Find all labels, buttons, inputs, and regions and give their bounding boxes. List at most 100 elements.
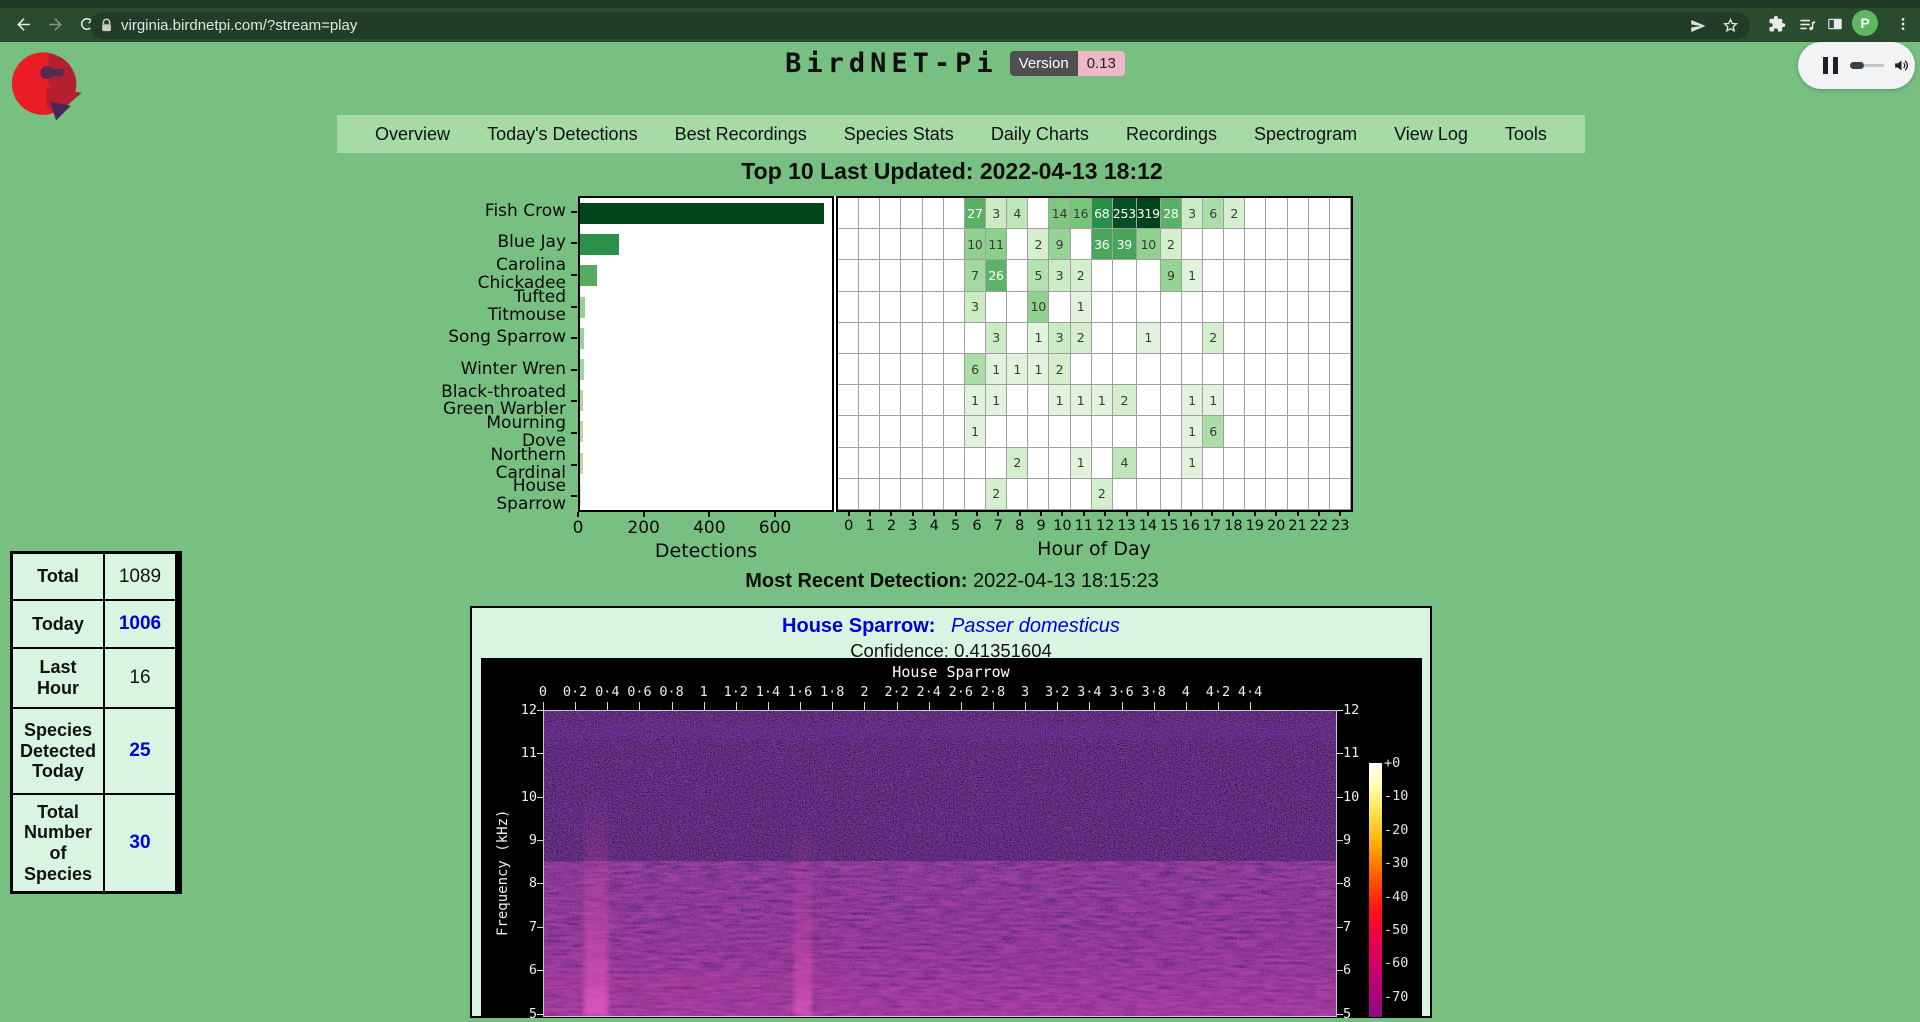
heatmap-cell: [923, 229, 944, 260]
heatmap-cell: [923, 323, 944, 354]
heatmap-cell: [1309, 416, 1330, 447]
pause-icon[interactable]: [1823, 57, 1838, 74]
axis-tick: [1275, 512, 1277, 516]
heatmap-cell: 3: [1049, 323, 1070, 354]
heatmap-cell: [1182, 229, 1203, 260]
spec-ytick: [1337, 840, 1343, 841]
heatmap-cell: [1182, 292, 1203, 323]
lock-icon[interactable]: [100, 18, 113, 33]
heatmap-cell: 1: [986, 385, 1007, 416]
profile-avatar[interactable]: P: [1852, 10, 1878, 36]
heatmap-cell: 36: [1092, 229, 1113, 260]
heatmap-cell: [838, 292, 859, 323]
heatmap-cell: 1: [986, 354, 1007, 385]
audio-scrubber[interactable]: [1850, 62, 1884, 69]
heatmap-cell: 3: [1182, 198, 1203, 229]
axis-tick: [571, 337, 577, 339]
heatmap-cell: 5: [1028, 260, 1049, 291]
heatmap-cell: 1: [965, 385, 986, 416]
spec-ytick: [537, 710, 543, 711]
colorbar-tick-label: -20: [1384, 822, 1408, 838]
nav-item-view-log[interactable]: View Log: [1394, 124, 1468, 145]
heatmap-cell: [1309, 198, 1330, 229]
top10-title: Top 10 Last Updated: 2022-04-13 18:12: [352, 158, 1552, 185]
heatmap-cell: 27: [965, 198, 986, 229]
heatmap-cell: 10: [1028, 292, 1049, 323]
nav-item-overview[interactable]: Overview: [375, 124, 450, 145]
volume-icon[interactable]: [1893, 57, 1910, 74]
spec-ytick: [1337, 970, 1343, 971]
spec-xtick: [800, 702, 801, 710]
nav-item-recordings[interactable]: Recordings: [1126, 124, 1217, 145]
share-icon[interactable]: [1689, 17, 1707, 35]
axis-tick: [1297, 512, 1299, 516]
heatmap-cell: 68: [1092, 198, 1113, 229]
heatmap-cell: [1007, 416, 1028, 447]
axis-tick: [890, 512, 892, 516]
spec-xtick: [736, 702, 737, 710]
colorbar-tick-label: -70: [1384, 989, 1408, 1005]
spec-xtick: [575, 702, 576, 710]
spec-ytick-label-right: 9: [1343, 832, 1377, 848]
heatmap-cell: 253: [1113, 198, 1137, 229]
heatmap-cell: [1182, 323, 1203, 354]
nav-item-daily-charts[interactable]: Daily Charts: [991, 124, 1089, 145]
heatmap-cell: 2: [1007, 448, 1028, 479]
heatmap-cell: [838, 260, 859, 291]
side-panel-icon[interactable]: [1824, 13, 1846, 35]
stat-value[interactable]: 25: [105, 709, 175, 793]
bar-xtick-label: 200: [614, 518, 674, 538]
heatmap-cell: [1113, 323, 1137, 354]
url-text[interactable]: virginia.birdnetpi.com/?stream=play: [121, 17, 1689, 34]
heatmap-cell: [859, 260, 880, 291]
axis-tick: [1104, 512, 1106, 516]
stat-label: Last Hour: [13, 649, 103, 707]
spec-xtick: [607, 702, 608, 710]
forward-icon[interactable]: [44, 13, 66, 35]
detection-scientific-name[interactable]: Passer domesticus: [951, 615, 1120, 637]
spec-ytick-label-right: 10: [1343, 789, 1377, 805]
bookmark-star-icon[interactable]: [1721, 16, 1740, 35]
heatmap-cell: 1: [1182, 416, 1203, 447]
stat-value[interactable]: 30: [105, 795, 175, 891]
heatmap-cell: [901, 448, 922, 479]
axis-tick: [1083, 512, 1085, 516]
stat-value[interactable]: 1006: [105, 601, 175, 647]
heatmap-cell: [859, 354, 880, 385]
heatmap-cell: [1266, 323, 1287, 354]
audio-player[interactable]: [1798, 42, 1915, 89]
nav-item-best-recordings[interactable]: Best Recordings: [675, 124, 807, 145]
spec-xtick: [639, 702, 640, 710]
heatmap-cell: [923, 479, 944, 510]
heatmap-cell: [1224, 292, 1245, 323]
detections-bar: [580, 453, 583, 474]
heatmap-cell: [1224, 260, 1245, 291]
nav-item-today-s-detections[interactable]: Today's Detections: [487, 124, 638, 145]
scrubber-track[interactable]: [1864, 64, 1884, 67]
axis-tick: [571, 369, 577, 371]
spec-ytick: [537, 970, 543, 971]
nav-item-tools[interactable]: Tools: [1505, 124, 1547, 145]
extensions-icon[interactable]: [1766, 13, 1788, 35]
heatmap-cell: [1137, 292, 1161, 323]
species-label: Fish Crow: [440, 194, 566, 230]
back-icon[interactable]: [12, 13, 34, 35]
url-bar[interactable]: virginia.birdnetpi.com/?stream=play: [90, 12, 1750, 39]
heatmap-cell: [923, 354, 944, 385]
media-controls-icon[interactable]: [1796, 13, 1818, 35]
heatmap-cell: [859, 229, 880, 260]
colorbar-tick-label: -30: [1384, 855, 1408, 871]
nav-item-species-stats[interactable]: Species Stats: [844, 124, 954, 145]
heatmap-cell: 6: [1203, 198, 1224, 229]
spec-xtick: [543, 702, 544, 710]
detection-species-link[interactable]: House Sparrow:: [782, 615, 935, 637]
heatmap-cell: [1224, 354, 1245, 385]
heatmap-cell: [859, 385, 880, 416]
main-nav: Overview Today's Detections Best Recording…: [337, 115, 1585, 153]
scrubber-thumb[interactable]: [1850, 62, 1864, 69]
menu-kebab-icon[interactable]: [1892, 13, 1914, 35]
heatmap-cell: [1071, 479, 1092, 510]
nav-item-spectrogram[interactable]: Spectrogram: [1254, 124, 1357, 145]
heatmap-cell: [1288, 354, 1309, 385]
heatmap-cell: [1137, 448, 1161, 479]
